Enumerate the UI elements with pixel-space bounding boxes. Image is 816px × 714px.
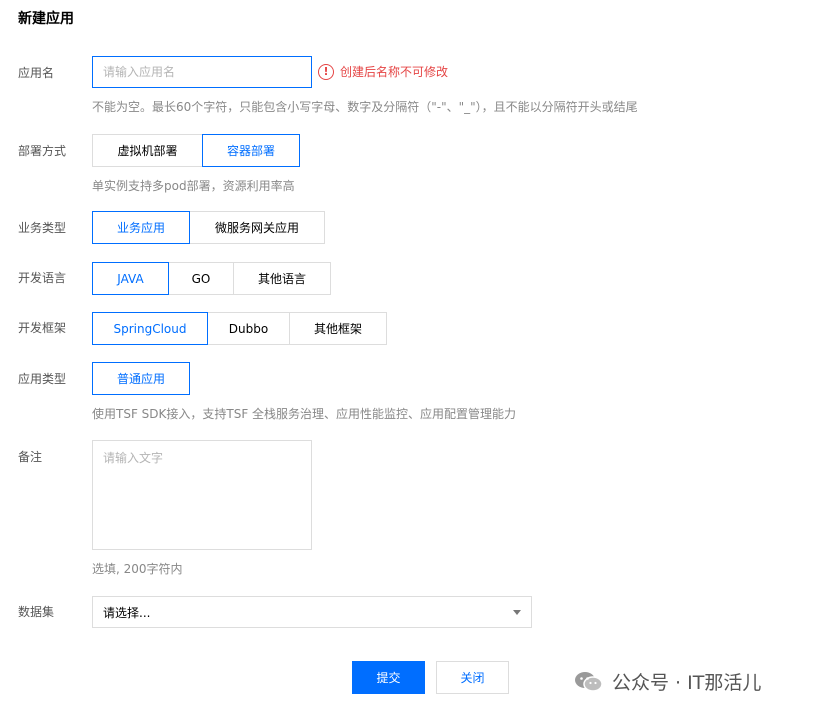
wechat-icon [575, 671, 603, 692]
app-name-error-text: 创建后名称不可修改 [340, 65, 449, 79]
remark-hint: 选填, 200字符内 [92, 562, 183, 576]
business-type-segmented: 业务应用 微服务网关应用 [92, 211, 325, 244]
language-option-other[interactable]: 其他语言 [233, 262, 331, 295]
watermark: 公众号 · IT那活儿 [574, 668, 761, 695]
language-option-go[interactable]: GO [168, 262, 234, 295]
close-button[interactable]: 关闭 [436, 661, 509, 694]
language-label: 开发语言 [18, 271, 67, 285]
dataset-select[interactable]: 请选择... [92, 596, 532, 628]
business-type-label: 业务类型 [18, 221, 67, 235]
language-option-java[interactable]: JAVA [92, 262, 169, 295]
app-name-input[interactable] [92, 56, 312, 88]
dataset-select-value: 请选择... [103, 605, 151, 620]
framework-option-other[interactable]: 其他框架 [289, 312, 387, 345]
app-name-label: 应用名 [18, 66, 55, 80]
app-type-hint: 使用TSF SDK接入，支持TSF 全栈服务治理、应用性能监控、应用配置管理能力 [92, 407, 517, 421]
deploy-segmented: 虚拟机部署 容器部署 [92, 134, 300, 167]
framework-option-springcloud[interactable]: SpringCloud [92, 312, 208, 345]
app-type-label: 应用类型 [18, 372, 67, 386]
deploy-label: 部署方式 [18, 144, 67, 158]
dataset-label: 数据集 [18, 605, 55, 619]
caret-down-icon [513, 609, 521, 615]
app-type-option-normal[interactable]: 普通应用 [92, 362, 190, 395]
framework-label: 开发框架 [18, 321, 67, 335]
app-name-error: ! 创建后名称不可修改 [318, 63, 448, 80]
framework-option-dubbo[interactable]: Dubbo [207, 312, 290, 345]
watermark-text: 公众号 · IT那活儿 [612, 672, 762, 694]
deploy-hint: 单实例支持多pod部署，资源利用率高 [92, 179, 295, 193]
error-icon: ! [318, 63, 334, 80]
business-type-option-gateway[interactable]: 微服务网关应用 [189, 211, 325, 244]
framework-segmented: SpringCloud Dubbo 其他框架 [92, 312, 387, 345]
remark-label: 备注 [18, 450, 43, 464]
business-type-option-app[interactable]: 业务应用 [92, 211, 190, 244]
page-title: 新建应用 [18, 11, 74, 27]
app-name-hint: 不能为空。最长60个字符，只能包含小写字母、数字及分隔符（"-"、"_"），且不… [92, 100, 638, 114]
remark-textarea[interactable] [92, 440, 312, 550]
deploy-option-container[interactable]: 容器部署 [202, 134, 300, 167]
submit-button[interactable]: 提交 [352, 661, 425, 694]
deploy-option-vm[interactable]: 虚拟机部署 [92, 134, 203, 167]
language-segmented: JAVA GO 其他语言 [92, 262, 331, 295]
app-type-segmented: 普通应用 [92, 362, 190, 395]
